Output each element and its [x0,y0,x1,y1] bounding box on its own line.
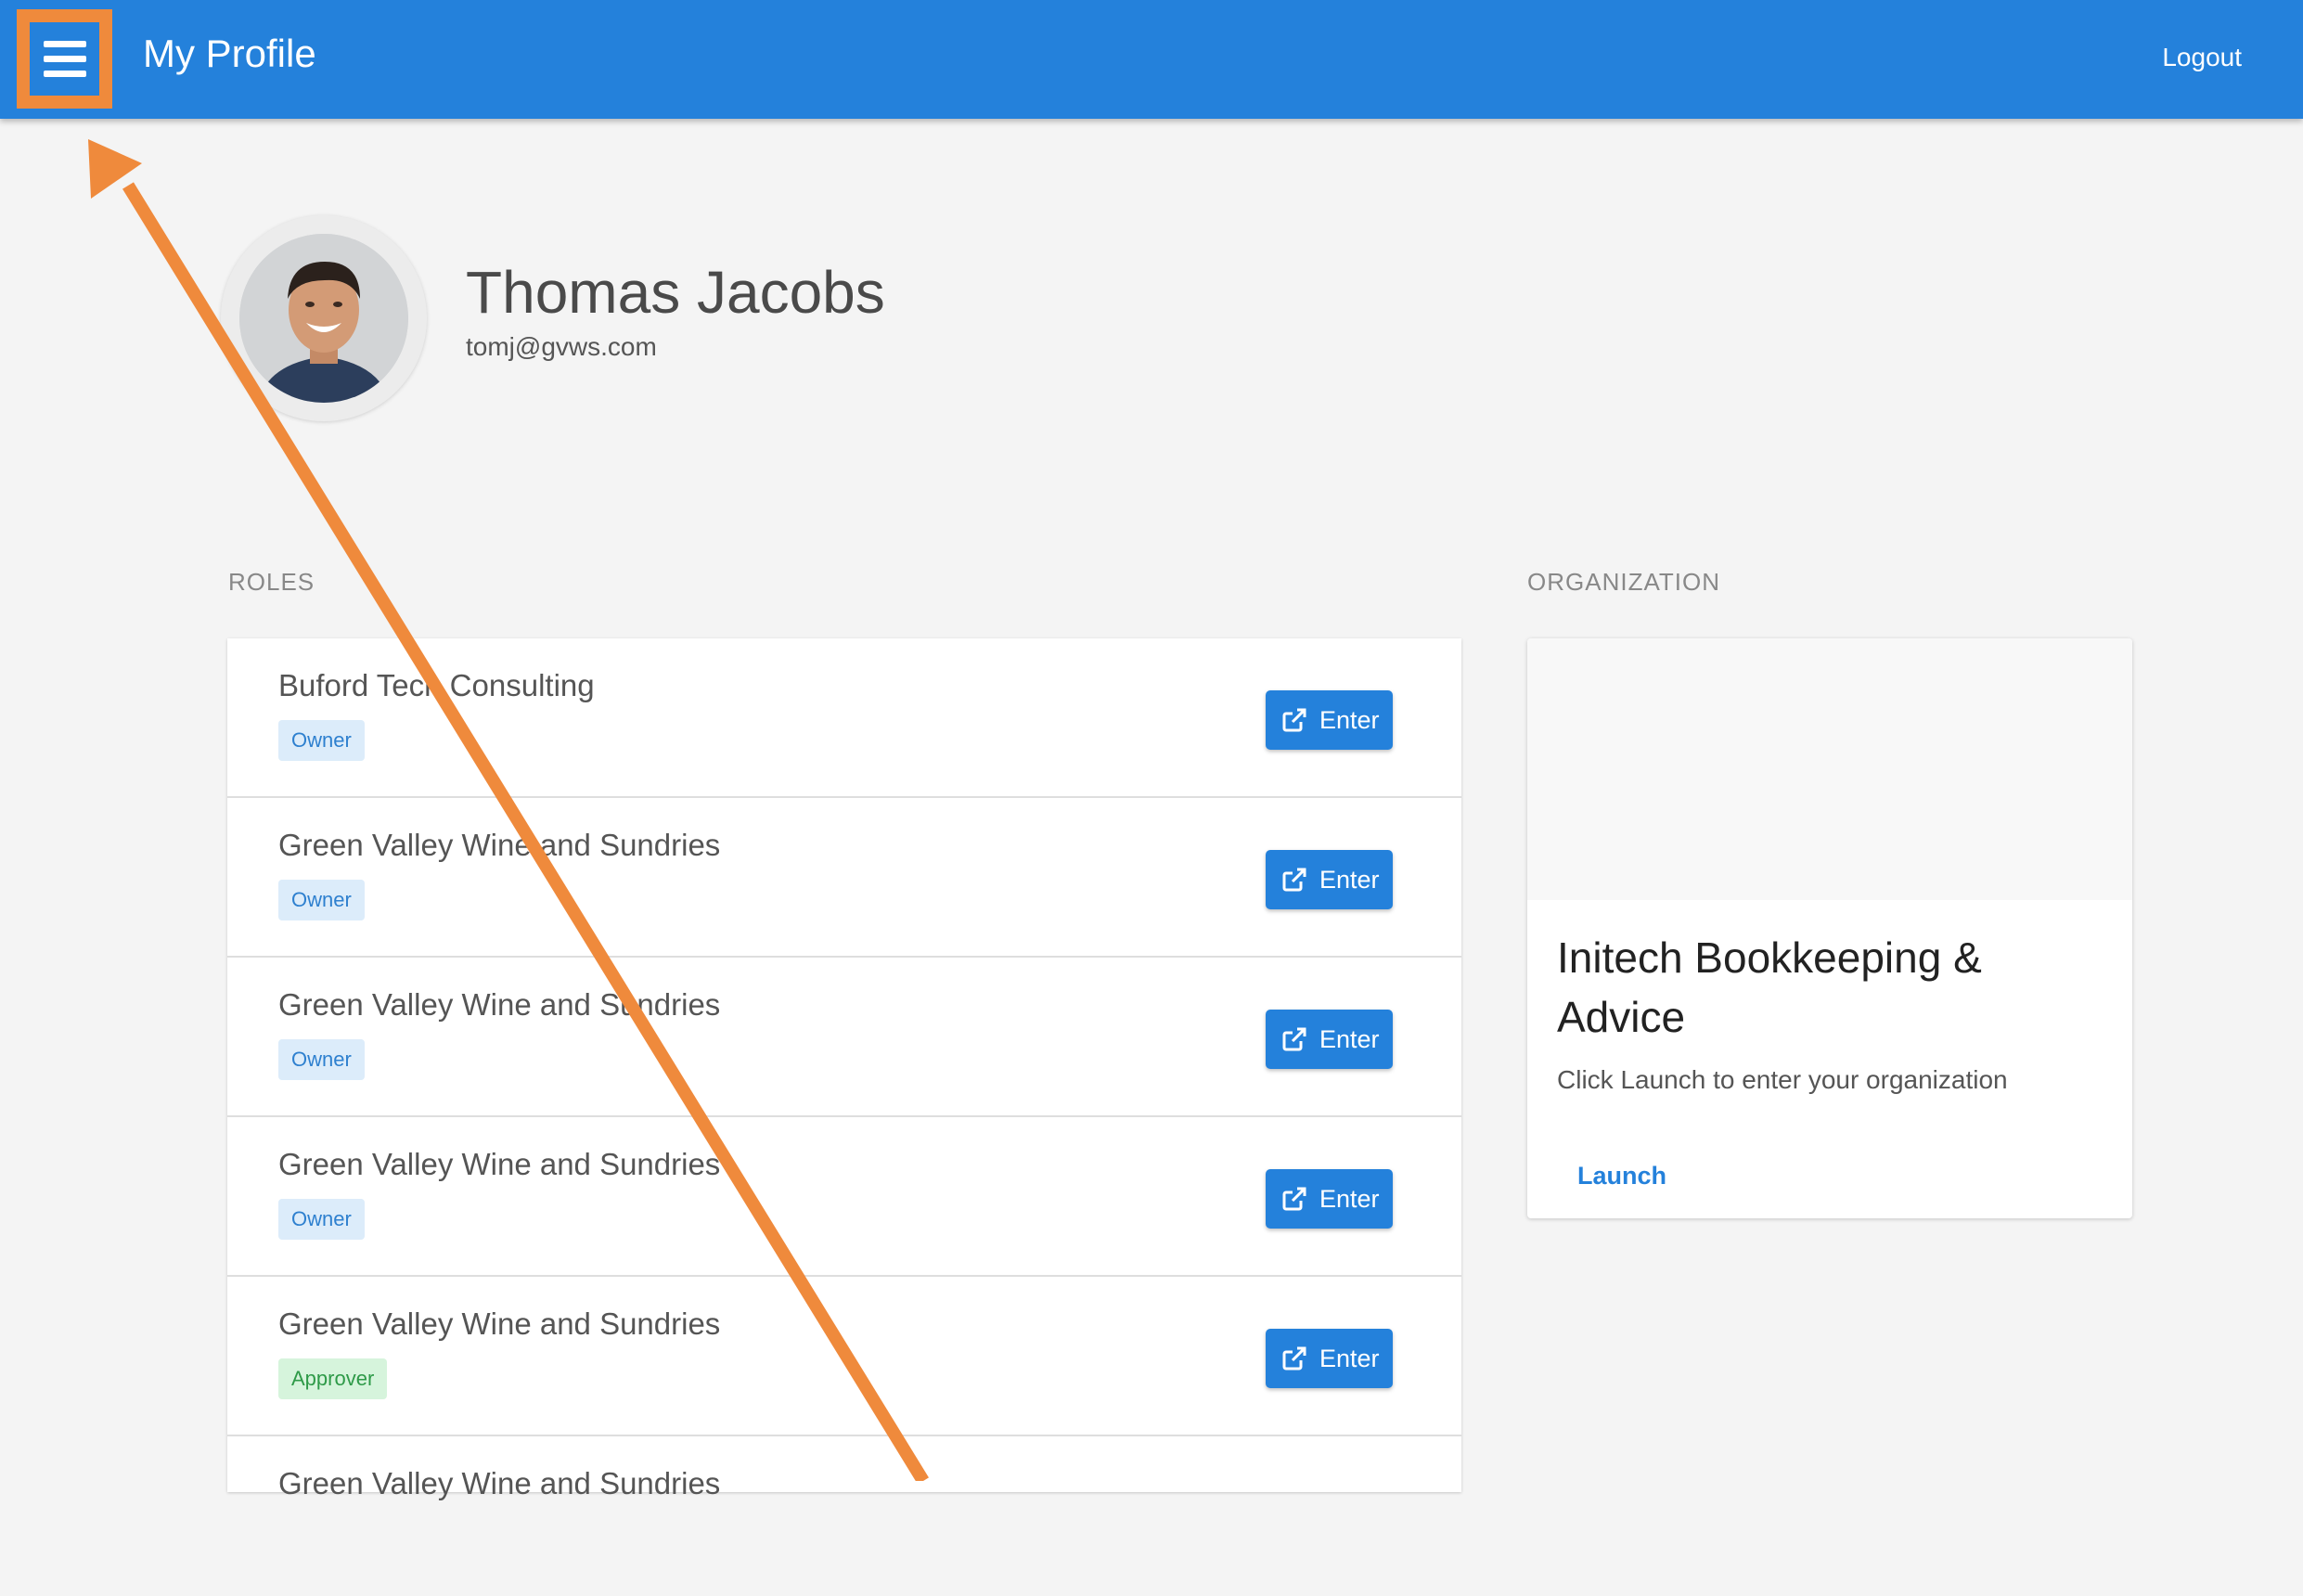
role-list-item: Green Valley Wine and Sundries Owner Ent… [227,798,1461,958]
organization-description: Click Launch to enter your organization [1557,1065,2008,1094]
launch-button[interactable]: Launch [1577,1162,1666,1191]
enter-button[interactable]: Enter [1266,1329,1393,1388]
external-link-icon [1282,868,1306,892]
enter-button[interactable]: Enter [1266,1169,1393,1229]
enter-button-label: Enter [1319,1185,1380,1213]
logout-button[interactable]: Logout [2162,43,2242,72]
role-org-name: Buford Tech Consulting [278,668,595,702]
enter-button[interactable]: Enter [1266,690,1393,750]
role-list-item: Green Valley Wine and Sundries Owner Ent… [227,1117,1461,1277]
role-list-item: Green Valley Wine and Sundries Owner Ent… [227,958,1461,1117]
enter-button-label: Enter [1319,866,1380,894]
role-badge: Owner [278,880,365,920]
role-list-item: Green Valley Wine and Sundries [227,1436,1461,1596]
user-email: tomj@gvws.com [466,332,657,361]
external-link-icon [1282,1027,1306,1051]
roles-list: Buford Tech Consulting Owner Enter Green… [227,638,1461,1500]
role-list-item: Green Valley Wine and Sundries Approver … [227,1277,1461,1436]
avatar [221,215,427,421]
user-avatar-photo [239,234,408,403]
roles-section-label: ROLES [228,568,315,596]
role-badge: Approver [278,1358,388,1399]
organization-section-label: ORGANIZATION [1527,568,1720,596]
role-badge: Owner [278,720,365,761]
role-badge: Owner [278,1039,365,1080]
role-list-item: Buford Tech Consulting Owner Enter [227,638,1461,798]
role-org-name: Green Valley Wine and Sundries [278,1306,721,1341]
role-org-name: Green Valley Wine and Sundries [278,1147,721,1181]
organization-card-media [1527,638,2132,900]
top-app-bar: My Profile Logout [0,0,2303,119]
enter-button-label: Enter [1319,706,1380,734]
organization-card: Initech Bookkeeping & Advice Click Launc… [1527,638,2132,1218]
user-name: Thomas Jacobs [466,259,885,326]
page-title: My Profile [143,32,316,75]
role-badge: Owner [278,1199,365,1240]
role-org-name: Green Valley Wine and Sundries [278,987,721,1022]
external-link-icon [1282,1346,1306,1371]
menu-button[interactable] [28,20,101,98]
role-org-name: Green Valley Wine and Sundries [278,1466,721,1500]
external-link-icon [1282,1187,1306,1211]
enter-button[interactable]: Enter [1266,1010,1393,1069]
external-link-icon [1282,708,1306,732]
organization-title: Initech Bookkeeping & Advice [1557,933,1982,1041]
enter-button-label: Enter [1319,1025,1380,1053]
role-org-name: Green Valley Wine and Sundries [278,828,721,862]
enter-button[interactable]: Enter [1266,850,1393,909]
enter-button-label: Enter [1319,1345,1380,1372]
